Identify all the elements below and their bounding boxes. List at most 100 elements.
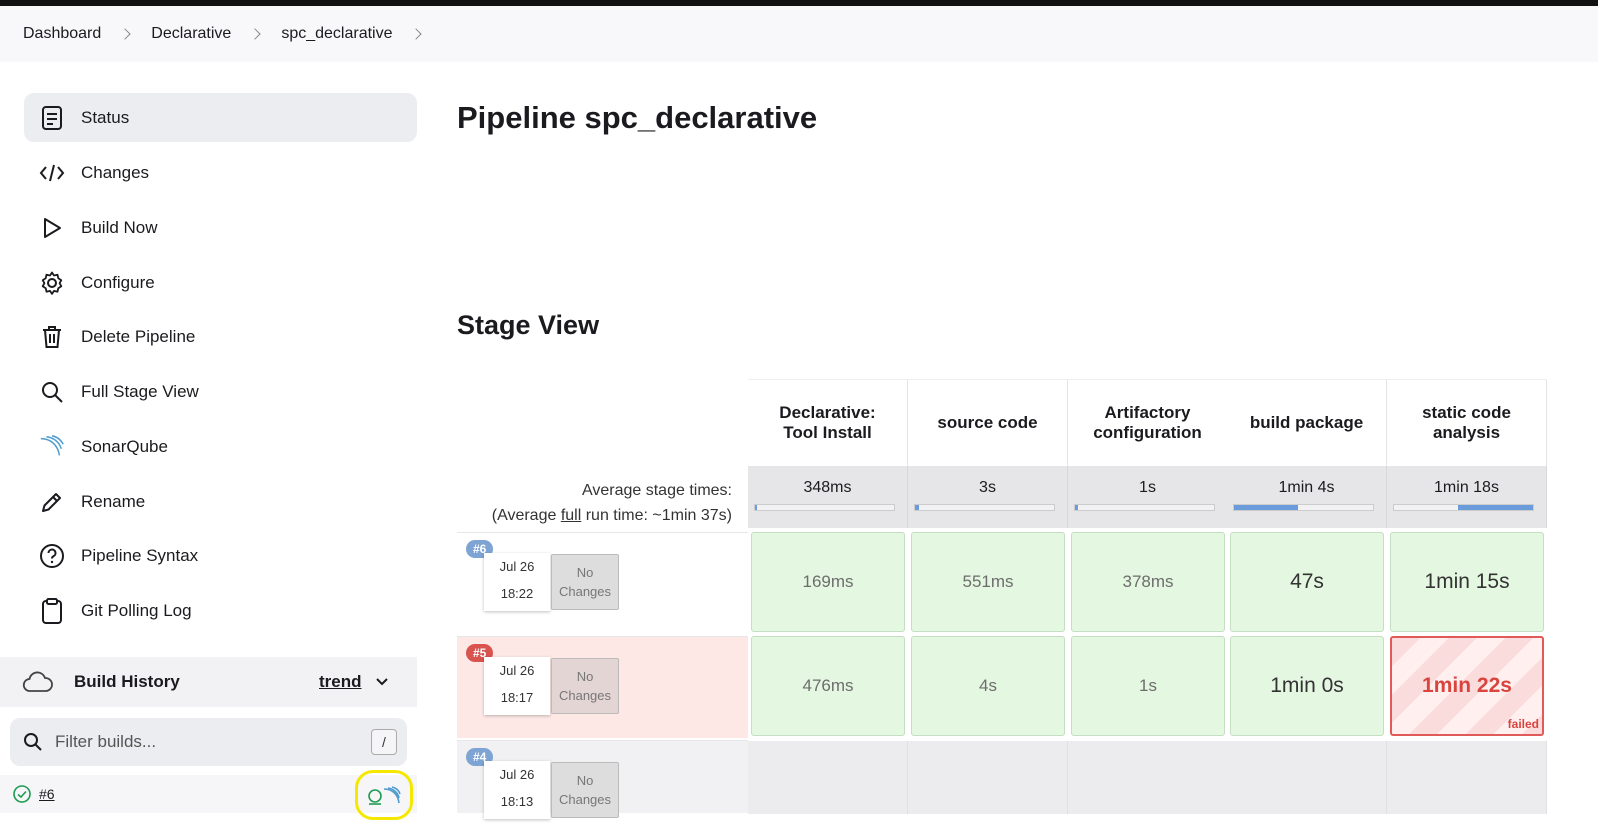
full-run-time-link[interactable]: full: [561, 507, 581, 524]
stage-average-cell: 1min 4s: [1227, 466, 1387, 528]
breadcrumb-dashboard[interactable]: Dashboard: [23, 25, 101, 43]
chevron-right-icon[interactable]: [249, 28, 261, 40]
build-date: Jul 26: [499, 767, 535, 782]
avg-prefix: (Average: [491, 507, 561, 524]
stage-average-cell: 3s: [908, 466, 1068, 528]
stage-header-label: Declarative: Tool Install: [779, 403, 876, 442]
stage-cell[interactable]: 1min 0s: [1230, 636, 1384, 736]
stage-duration: 551ms: [962, 572, 1014, 591]
stage-average-time: 348ms: [803, 479, 852, 496]
stage-cell[interactable]: 1s: [1071, 636, 1225, 736]
stage-cell: [908, 741, 1068, 814]
sidebar-item-build-now[interactable]: Build Now: [24, 203, 417, 252]
changes-box[interactable]: No Changes: [551, 554, 619, 610]
sidebar-item-label: Delete Pipeline: [81, 326, 196, 346]
stage-cell[interactable]: 47s: [1230, 532, 1384, 632]
stage-cell[interactable]: 1min 15s: [1390, 532, 1544, 632]
sidebar-item-full-stage-view[interactable]: Full Stage View: [24, 367, 417, 416]
stage-average-bar-fill: [1075, 505, 1078, 510]
chevron-right-icon[interactable]: [119, 28, 131, 40]
filter-builds-input[interactable]: [55, 732, 355, 752]
build-time: 18:22: [500, 586, 534, 601]
sonarqube-icon: [39, 434, 65, 460]
stage-average-bar-fill: [755, 505, 758, 510]
stage-header[interactable]: build package: [1227, 380, 1387, 466]
build-time: 18:17: [500, 690, 534, 705]
pencil-icon: [39, 489, 65, 515]
changes-box[interactable]: No Changes: [551, 762, 619, 818]
stage-header-label: build package: [1249, 413, 1364, 432]
stage-header[interactable]: static code analysis: [1387, 380, 1547, 466]
stage-average-time: 1min 4s: [1278, 479, 1335, 496]
status-icon: [39, 105, 65, 131]
sidebar-item-configure[interactable]: Configure: [24, 258, 417, 307]
stage-average-bar-fill: [915, 505, 920, 510]
stage-average-bar-fill: [1234, 505, 1298, 510]
build-date-card: Jul 26 18:13: [484, 761, 550, 819]
stage-duration: 1min 15s: [1424, 570, 1510, 593]
run-row[interactable]: #6 Jul 26 18:22 No Changes: [457, 532, 748, 634]
stage-cell: [1227, 741, 1387, 814]
stage-header-label: Artifactory configuration: [1093, 403, 1202, 442]
stage-header[interactable]: Artifactory configuration: [1068, 380, 1228, 466]
changes-text: Changes: [558, 688, 612, 703]
changes-box[interactable]: No Changes: [551, 658, 619, 714]
sidebar-item-sonarqube[interactable]: SonarQube: [24, 422, 417, 471]
stage-cell[interactable]: 1min 22s failed: [1390, 636, 1544, 736]
changes-text: No: [576, 669, 594, 684]
stage-header[interactable]: Declarative: Tool Install: [748, 380, 908, 466]
run-row[interactable]: #5 Jul 26 18:17 No Changes: [457, 636, 748, 738]
chevron-right-icon[interactable]: [410, 28, 423, 40]
avg-suffix: run time: ~1min 37s): [581, 507, 732, 524]
sidebar-item-label: Full Stage View: [81, 381, 199, 401]
average-run-time-text: (Average full run time: ~1min 37s): [492, 503, 732, 528]
sidebar-item-label: Git Polling Log: [81, 600, 192, 620]
sidebar-item-label: SonarQube: [81, 436, 168, 456]
stage-average-bar: [1074, 504, 1215, 511]
changes-text: Changes: [558, 792, 612, 807]
stage-cell[interactable]: 476ms: [751, 636, 905, 736]
stage-average-bar: [914, 504, 1055, 511]
stage-cell[interactable]: 378ms: [1071, 532, 1225, 632]
stage-average-bar: [754, 504, 895, 511]
stage-cell: [1068, 741, 1228, 814]
trend-link[interactable]: trend: [319, 672, 362, 692]
changes-text: Changes: [558, 584, 612, 599]
stage-duration: 378ms: [1122, 572, 1174, 591]
changes-text: No: [576, 773, 594, 788]
build-link[interactable]: #6: [39, 786, 55, 802]
cloud-icon: [22, 671, 54, 693]
sidebar-item-label: Configure: [81, 272, 155, 292]
stage-header-label: static code analysis: [1422, 403, 1511, 442]
stage-header[interactable]: source code: [908, 380, 1068, 466]
sidebar-item-rename[interactable]: Rename: [24, 477, 417, 526]
stage-average-bar: [1233, 504, 1374, 511]
stage-duration: 169ms: [802, 572, 854, 591]
stage-cell: [1387, 741, 1547, 814]
stage-average-cell: 1min 18s: [1387, 466, 1547, 528]
sidebar-item-changes[interactable]: Changes: [24, 148, 417, 197]
stage-average-bar-fill: [1457, 505, 1533, 510]
stage-header-label: source code: [937, 413, 1038, 432]
sidebar-item-git-polling-log[interactable]: Git Polling Log: [24, 586, 417, 635]
chevron-down-icon[interactable]: [375, 677, 389, 687]
sidebar-item-label: Rename: [81, 491, 146, 511]
sidebar-item-delete-pipeline[interactable]: Delete Pipeline: [24, 312, 417, 361]
breadcrumb-spc-declarative[interactable]: spc_declarative: [281, 25, 392, 43]
sidebar-item-status[interactable]: Status: [24, 93, 417, 142]
run-row[interactable]: #4 Jul 26 18:13 No Changes: [457, 740, 748, 819]
stage-cell[interactable]: 4s: [911, 636, 1065, 736]
stage-cell[interactable]: 169ms: [751, 532, 905, 632]
stage-cell[interactable]: 551ms: [911, 532, 1065, 632]
clipboard-icon: [39, 597, 65, 624]
sidebar-item-label: Status: [81, 107, 130, 127]
highlight-annotation: [355, 770, 413, 820]
build-history-title: Build History: [74, 672, 180, 691]
sidebar-item-pipeline-syntax[interactable]: Pipeline Syntax: [24, 531, 417, 580]
breadcrumb-declarative[interactable]: Declarative: [151, 25, 231, 43]
success-check-icon: [13, 785, 31, 803]
stage-view-title: Stage View: [457, 310, 600, 340]
stage-duration: 476ms: [802, 676, 854, 695]
stage-cell: [748, 741, 908, 814]
stage-duration: 1min 22s: [1422, 674, 1512, 697]
